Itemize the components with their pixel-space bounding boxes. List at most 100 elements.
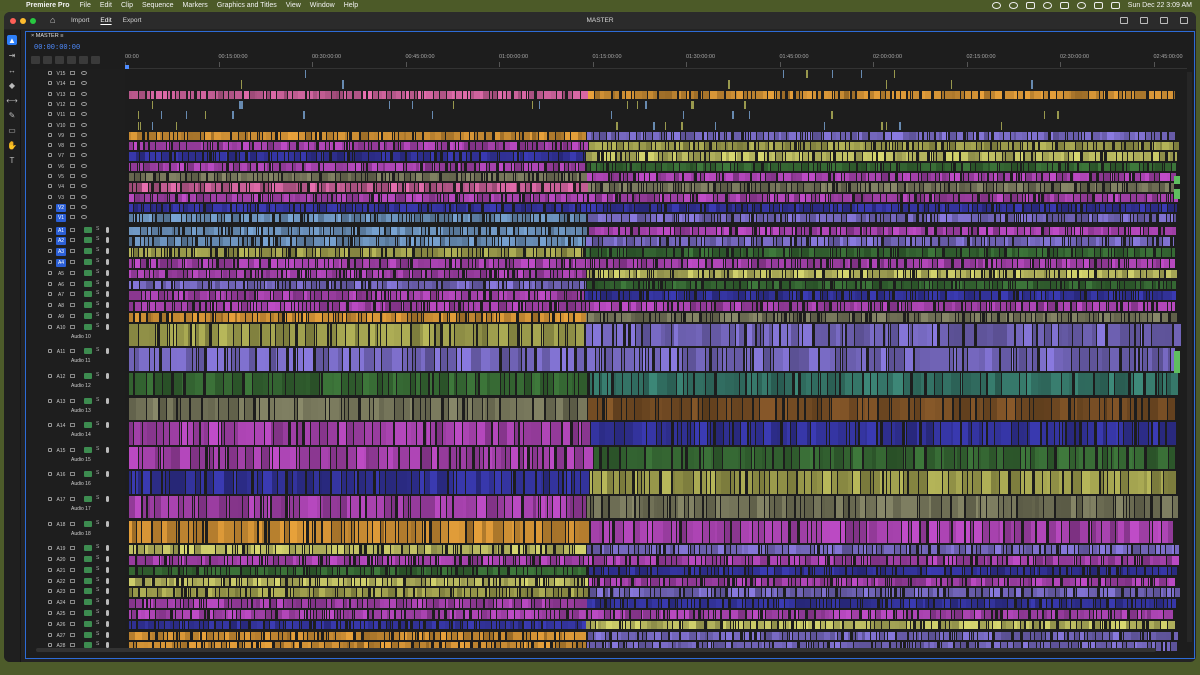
clip[interactable]: [1019, 291, 1022, 300]
clip[interactable]: [988, 248, 991, 257]
clip[interactable]: [644, 248, 649, 257]
clip[interactable]: [366, 281, 368, 290]
clip[interactable]: [1163, 291, 1169, 300]
eye-icon[interactable]: [81, 153, 87, 157]
clip[interactable]: [136, 152, 139, 160]
clip[interactable]: [894, 270, 897, 279]
clip[interactable]: [452, 248, 456, 257]
clip[interactable]: [396, 91, 401, 99]
clip[interactable]: [920, 152, 926, 160]
clip[interactable]: [1058, 204, 1061, 212]
sync-lock-icon[interactable]: [70, 174, 75, 178]
clip[interactable]: [351, 173, 355, 181]
clip[interactable]: [1167, 214, 1171, 222]
clip[interactable]: [519, 313, 525, 322]
clip[interactable]: [390, 259, 395, 268]
clip[interactable]: [246, 291, 249, 300]
clip[interactable]: [759, 142, 765, 150]
clip[interactable]: [945, 281, 951, 290]
clip[interactable]: [716, 132, 719, 140]
clip[interactable]: [715, 152, 721, 160]
clip[interactable]: [838, 313, 842, 322]
sync-lock-icon[interactable]: [70, 215, 75, 219]
clip[interactable]: [857, 302, 861, 311]
clip[interactable]: [175, 302, 181, 311]
clip[interactable]: [299, 183, 300, 191]
clip[interactable]: [1006, 313, 1007, 322]
clip[interactable]: [824, 204, 829, 212]
clip[interactable]: [913, 214, 916, 222]
eye-icon[interactable]: [81, 123, 87, 127]
clip[interactable]: [310, 373, 319, 396]
clip[interactable]: [415, 214, 420, 222]
clip[interactable]: [408, 313, 412, 322]
clip[interactable]: [691, 194, 692, 202]
clip[interactable]: [579, 163, 585, 171]
clip[interactable]: [240, 183, 246, 191]
clip[interactable]: [140, 142, 143, 150]
clip[interactable]: [204, 152, 207, 160]
clip[interactable]: [796, 173, 801, 181]
clip[interactable]: [1126, 204, 1131, 212]
clip[interactable]: [1108, 194, 1114, 202]
clip[interactable]: [479, 183, 486, 191]
clip[interactable]: [1096, 152, 1100, 160]
clip[interactable]: [1080, 281, 1086, 290]
clip[interactable]: [474, 91, 480, 99]
clip[interactable]: [1103, 237, 1105, 246]
clip[interactable]: [761, 183, 768, 191]
clip[interactable]: [201, 214, 204, 222]
clip[interactable]: [888, 281, 892, 290]
clip[interactable]: [725, 313, 732, 322]
voiceover-mic-icon[interactable]: [106, 422, 109, 428]
clip[interactable]: [614, 173, 619, 181]
clip[interactable]: [264, 214, 269, 222]
clip[interactable]: [248, 281, 255, 290]
clip[interactable]: [222, 173, 226, 181]
clip[interactable]: [637, 214, 643, 222]
clip[interactable]: [387, 281, 390, 290]
clip[interactable]: [749, 152, 755, 160]
clip[interactable]: [407, 204, 414, 212]
clip[interactable]: [1103, 248, 1108, 257]
clip[interactable]: [239, 302, 242, 311]
clip[interactable]: [867, 227, 870, 236]
clip[interactable]: [1139, 132, 1145, 140]
clip[interactable]: [141, 313, 146, 322]
clip[interactable]: [514, 152, 517, 160]
clip[interactable]: [385, 163, 389, 171]
clip[interactable]: [892, 194, 897, 202]
clip[interactable]: [793, 227, 795, 236]
clip[interactable]: [413, 227, 419, 236]
clip[interactable]: [406, 91, 409, 99]
clip[interactable]: [1156, 142, 1159, 150]
clip[interactable]: [499, 291, 504, 300]
clip[interactable]: [507, 281, 513, 290]
clip[interactable]: [937, 227, 943, 236]
clip[interactable]: [186, 111, 188, 119]
clip[interactable]: [284, 194, 289, 202]
clip[interactable]: [145, 270, 150, 279]
clip[interactable]: [473, 248, 476, 257]
clip[interactable]: [540, 313, 544, 322]
clip[interactable]: [671, 291, 676, 300]
clip[interactable]: [394, 204, 398, 212]
control-center-icon[interactable]: [1111, 2, 1120, 9]
clip[interactable]: [336, 281, 341, 290]
clip[interactable]: [518, 173, 524, 181]
clip[interactable]: [148, 313, 151, 322]
clip[interactable]: [245, 373, 253, 396]
clip[interactable]: [1119, 173, 1124, 181]
clip[interactable]: [1053, 163, 1059, 171]
clip[interactable]: [1125, 281, 1130, 290]
clip[interactable]: [1021, 281, 1027, 290]
clip[interactable]: [994, 183, 996, 191]
clip[interactable]: [992, 237, 995, 246]
clip[interactable]: [649, 291, 652, 300]
clip[interactable]: [166, 302, 172, 311]
clip[interactable]: [481, 248, 482, 257]
clip[interactable]: [797, 291, 801, 300]
voiceover-mic-icon[interactable]: [106, 227, 109, 233]
clip[interactable]: [537, 270, 544, 279]
clip[interactable]: [1097, 324, 1106, 347]
